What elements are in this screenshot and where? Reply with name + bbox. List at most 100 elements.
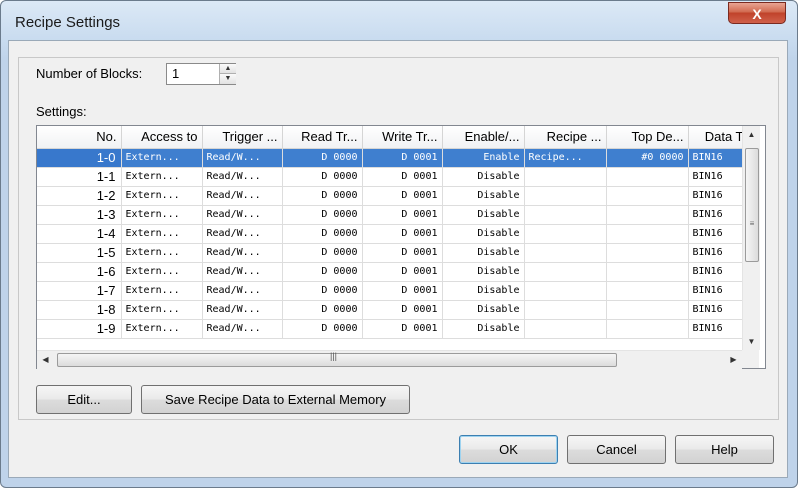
table-row[interactable]: 1-4 Extern... Read/W... D 0000 D 0001 Disable… <box>37 224 749 244</box>
table-cell[interactable]: D 0001 <box>362 243 443 263</box>
table-cell[interactable]: BIN16 <box>688 262 749 282</box>
table-row[interactable]: 1-0 Extern... Read/W... D 0000 D 0001 Enable R… <box>37 148 749 168</box>
column-header[interactable]: Data T <box>688 126 749 149</box>
table-cell[interactable]: 1-1 <box>37 167 122 187</box>
column-header[interactable]: Write Tr... <box>362 126 443 149</box>
table-cell[interactable]: Disable <box>442 300 525 320</box>
table-cell[interactable]: Read/W... <box>202 148 283 168</box>
table-cell[interactable]: Disable <box>442 205 525 225</box>
table-cell[interactable]: 1-0 <box>37 148 122 168</box>
table-cell[interactable] <box>606 319 689 339</box>
table-cell[interactable]: Disable <box>442 186 525 206</box>
table-row[interactable]: 1-5 Extern... Read/W... D 0000 D 0001 Disable… <box>37 243 749 263</box>
table-cell[interactable]: Extern... <box>121 224 203 244</box>
table-cell[interactable]: 1-5 <box>37 243 122 263</box>
table-cell[interactable]: BIN16 <box>688 224 749 244</box>
column-header[interactable]: Enable/... <box>442 126 525 149</box>
horizontal-scroll-thumb[interactable]: ||| <box>57 351 617 367</box>
table-cell[interactable]: Recipe... <box>524 148 607 168</box>
table-cell[interactable]: 1-4 <box>37 224 122 244</box>
table-cell[interactable] <box>524 300 607 320</box>
table-cell[interactable]: D 0000 <box>282 319 363 339</box>
table-cell[interactable]: Read/W... <box>202 186 283 206</box>
table-row[interactable]: 1-6 Extern... Read/W... D 0000 D 0001 Disable… <box>37 262 749 282</box>
column-header[interactable]: Recipe ... <box>524 126 607 149</box>
table-cell[interactable] <box>606 281 689 301</box>
settings-grid[interactable]: No. Access to Trigger ... Read Tr... Write T… <box>36 125 766 369</box>
table-cell[interactable]: Disable <box>442 167 525 187</box>
table-row[interactable]: 1-2 Extern... Read/W... D 0000 D 0001 Disable… <box>37 186 749 206</box>
table-cell[interactable]: BIN16 <box>688 186 749 206</box>
table-cell[interactable]: D 0001 <box>362 300 443 320</box>
table-row[interactable]: 1-3 Extern... Read/W... D 0000 D 0001 Disable… <box>37 205 749 225</box>
table-row[interactable]: 1-9 Extern... Read/W... D 0000 D 0001 Disable… <box>37 319 749 339</box>
table-cell[interactable] <box>606 300 689 320</box>
table-cell[interactable]: D 0001 <box>362 148 443 168</box>
table-row[interactable]: 1-8 Extern... Read/W... D 0000 D 0001 Disable… <box>37 300 749 320</box>
table-cell[interactable]: BIN16 <box>688 300 749 320</box>
table-cell[interactable]: #0 0000 <box>606 148 689 168</box>
table-cell[interactable]: 1-7 <box>37 281 122 301</box>
table-cell[interactable]: Read/W... <box>202 205 283 225</box>
table-cell[interactable]: D 0001 <box>362 262 443 282</box>
table-cell[interactable] <box>606 224 689 244</box>
table-cell[interactable] <box>524 319 607 339</box>
table-cell[interactable]: Extern... <box>121 167 203 187</box>
vertical-scrollbar[interactable]: ▲ ≡ ▼ <box>742 126 760 350</box>
table-cell[interactable]: Extern... <box>121 205 203 225</box>
horizontal-scrollbar[interactable]: ◀ ||| ▶ <box>37 350 742 369</box>
cancel-button[interactable]: Cancel <box>567 435 666 464</box>
table-row[interactable]: 1-7 Extern... Read/W... D 0000 D 0001 Disable… <box>37 281 749 301</box>
table-cell[interactable]: Disable <box>442 281 525 301</box>
table-cell[interactable] <box>606 243 689 263</box>
table-cell[interactable]: Read/W... <box>202 319 283 339</box>
table-cell[interactable] <box>524 186 607 206</box>
table-cell[interactable]: Read/W... <box>202 243 283 263</box>
table-cell[interactable]: Extern... <box>121 300 203 320</box>
help-button[interactable]: Help <box>675 435 774 464</box>
scroll-down-arrow-icon[interactable]: ▼ <box>743 333 760 350</box>
scroll-right-arrow-icon[interactable]: ▶ <box>725 351 742 369</box>
table-cell[interactable] <box>524 167 607 187</box>
table-cell[interactable]: Disable <box>442 262 525 282</box>
table-cell[interactable]: BIN16 <box>688 205 749 225</box>
vertical-scroll-thumb[interactable]: ≡ <box>745 148 759 262</box>
column-header[interactable]: Trigger ... <box>202 126 283 149</box>
spinner-up-arrow-icon[interactable]: ▲ <box>220 64 236 74</box>
table-cell[interactable]: D 0001 <box>362 167 443 187</box>
table-cell[interactable]: D 0000 <box>282 243 363 263</box>
table-cell[interactable] <box>524 262 607 282</box>
table-cell[interactable]: Read/W... <box>202 281 283 301</box>
table-cell[interactable]: 1-2 <box>37 186 122 206</box>
number-of-blocks-input[interactable] <box>167 64 217 84</box>
title-bar[interactable]: Recipe Settings X <box>1 1 797 45</box>
table-cell[interactable]: Disable <box>442 319 525 339</box>
table-cell[interactable]: D 0000 <box>282 148 363 168</box>
edit-button[interactable]: Edit... <box>36 385 132 414</box>
table-cell[interactable]: BIN16 <box>688 148 749 168</box>
table-cell[interactable]: Read/W... <box>202 167 283 187</box>
scroll-up-arrow-icon[interactable]: ▲ <box>743 126 760 143</box>
table-row[interactable]: 1-1 Extern... Read/W... D 0000 D 0001 Disable… <box>37 167 749 187</box>
table-cell[interactable]: Read/W... <box>202 224 283 244</box>
close-button[interactable]: X <box>728 2 786 24</box>
table-cell[interactable]: D 0000 <box>282 167 363 187</box>
table-cell[interactable]: D 0000 <box>282 186 363 206</box>
table-cell[interactable]: Read/W... <box>202 262 283 282</box>
table-cell[interactable] <box>606 205 689 225</box>
table-cell[interactable]: D 0001 <box>362 281 443 301</box>
table-cell[interactable]: Extern... <box>121 319 203 339</box>
table-cell[interactable]: 1-9 <box>37 319 122 339</box>
scroll-left-arrow-icon[interactable]: ◀ <box>37 351 54 369</box>
column-header[interactable]: Read Tr... <box>282 126 363 149</box>
table-cell[interactable] <box>606 167 689 187</box>
table-cell[interactable]: Extern... <box>121 243 203 263</box>
table-cell[interactable] <box>524 224 607 244</box>
table-cell[interactable]: Disable <box>442 224 525 244</box>
table-cell[interactable]: Extern... <box>121 262 203 282</box>
table-cell[interactable]: D 0001 <box>362 186 443 206</box>
table-cell[interactable] <box>524 281 607 301</box>
table-cell[interactable]: BIN16 <box>688 319 749 339</box>
table-cell[interactable]: Disable <box>442 243 525 263</box>
table-cell[interactable]: D 0000 <box>282 224 363 244</box>
